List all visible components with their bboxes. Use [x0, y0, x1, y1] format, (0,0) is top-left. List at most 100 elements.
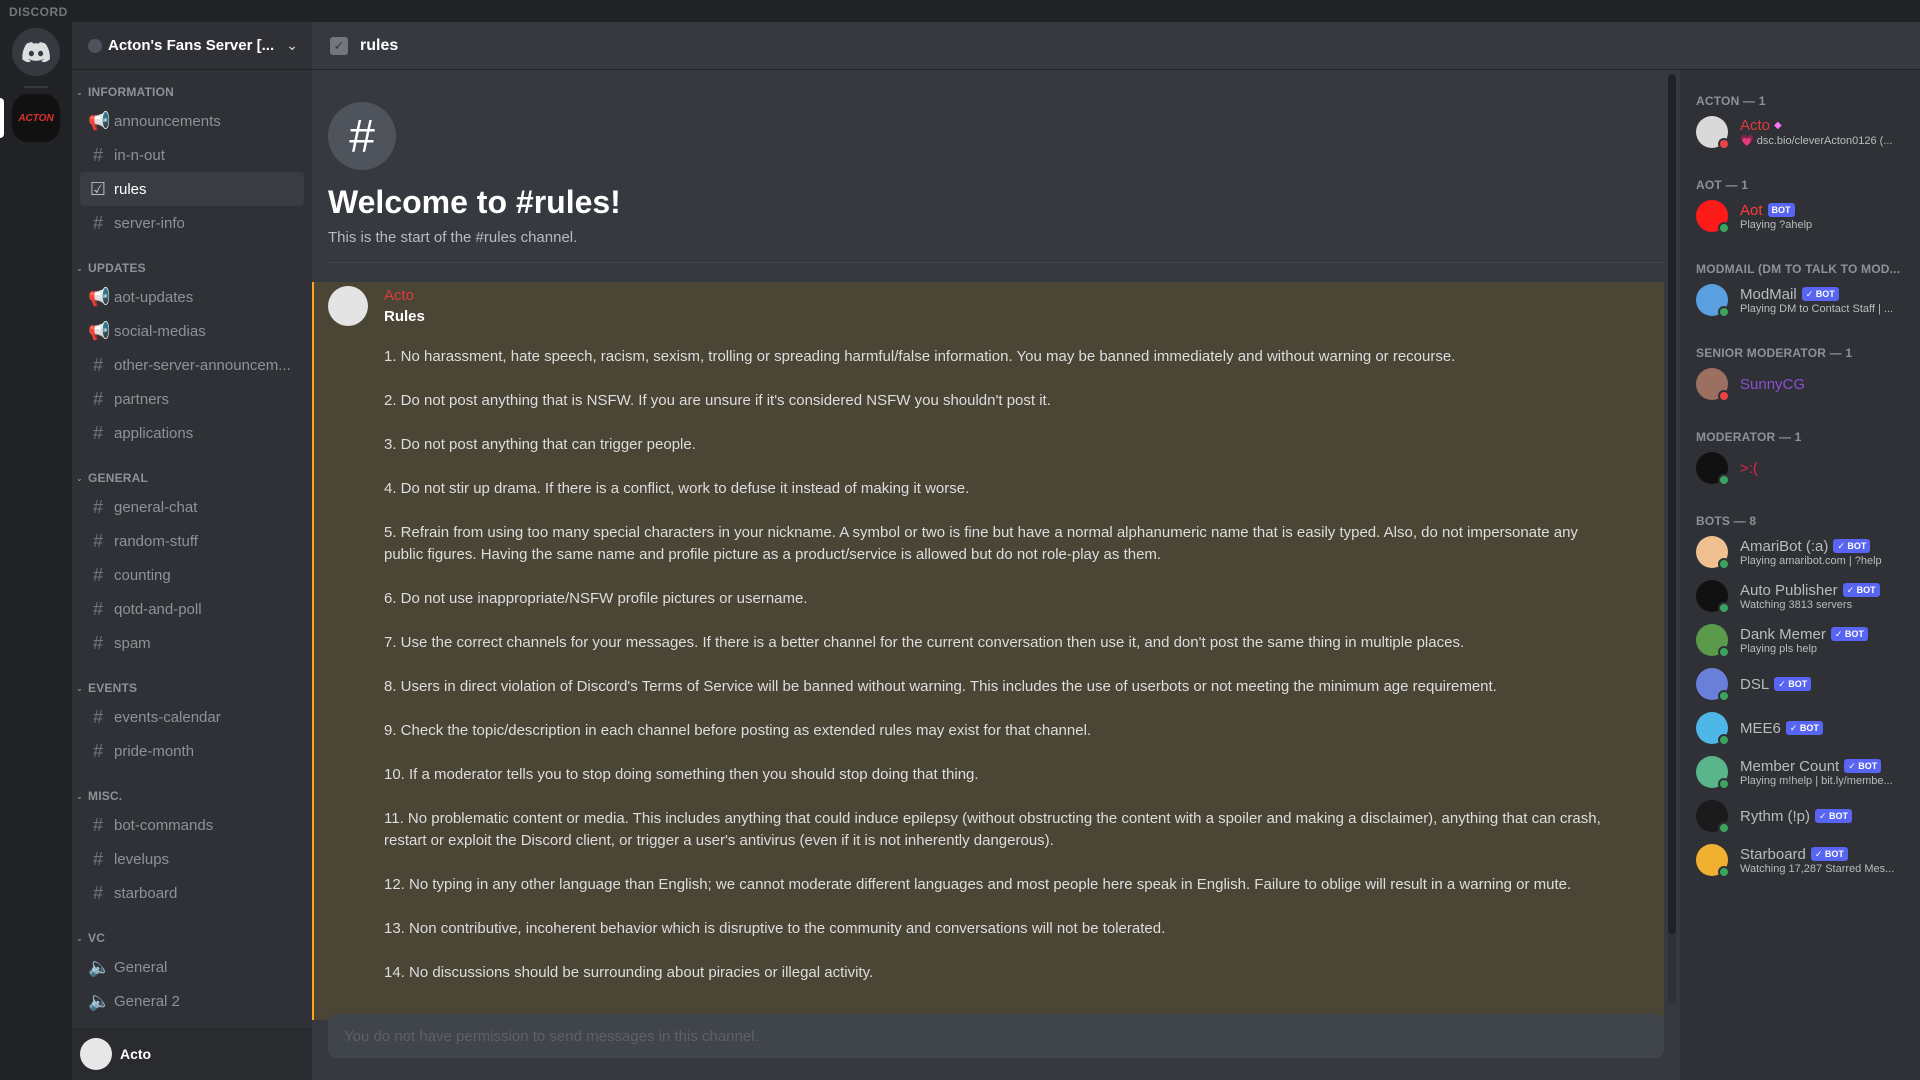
chevron-down-icon: ⌄ — [76, 263, 83, 273]
channel-label: rules — [114, 180, 147, 198]
user-name: Acto — [120, 1046, 152, 1062]
channel-random-stuff[interactable]: # random-stuff — [80, 524, 304, 558]
server-icon-label: ACTON — [18, 112, 54, 124]
rule-item: 14. No discussions should be surrounding… — [384, 964, 874, 981]
member-avatar — [1696, 844, 1730, 878]
rule-item: 9. Check the topic/description in each c… — [384, 722, 1092, 739]
server-icon-acton[interactable]: ACTON — [12, 94, 60, 142]
channel-label: aot-updates — [114, 288, 194, 306]
member-item[interactable]: Rythm (!p) ✓ BOT — [1696, 794, 1912, 838]
channel-announcements[interactable]: 📢 announcements — [80, 104, 304, 138]
status-indicator — [1718, 138, 1730, 150]
member-item[interactable]: MEE6 ✓ BOT — [1696, 706, 1912, 750]
channel-levelups[interactable]: # levelups — [80, 842, 304, 876]
chat-scrollbar[interactable] — [1668, 74, 1676, 1004]
member-text: >:( — [1740, 460, 1912, 477]
category-header[interactable]: ⌄ EVENTS — [72, 676, 312, 700]
channel-counting[interactable]: # counting — [80, 558, 304, 592]
hash-icon: # — [92, 598, 103, 619]
status-indicator — [1718, 474, 1730, 486]
member-item[interactable]: ModMail ✓ BOT Playing DM to Contact Staff … — [1696, 278, 1912, 322]
hash-icon: # — [92, 354, 103, 375]
member-item[interactable]: Dank Memer ✓ BOT Playing pls help — [1696, 618, 1912, 662]
hash-icon: # — [328, 102, 396, 170]
member-item[interactable]: Acto ◆ 💗 dsc.bio/cleverActon0126 (... — [1696, 110, 1912, 154]
chat-area: # Welcome to #rules! This is the start o… — [312, 70, 1680, 1080]
chat-scrollbar-thumb[interactable] — [1668, 74, 1676, 934]
category-header[interactable]: ⌄ UPDATES — [72, 256, 312, 280]
channel-bot-commands[interactable]: # bot-commands — [80, 808, 304, 842]
channel-general-2[interactable]: 🔈 General 2 — [80, 984, 304, 1018]
member-text: Member Count ✓ BOT Playing m!help | bit.ly… — [1740, 758, 1912, 787]
rules-list: 1. No harassment, hate speech, racism, s… — [384, 346, 1616, 984]
member-name-label: Aot — [1740, 201, 1763, 219]
member-text: SunnyCG — [1740, 376, 1912, 393]
member-name: MEE6 ✓ BOT — [1740, 720, 1912, 737]
channel-social-medias[interactable]: 📢 social-medias — [80, 314, 304, 348]
channel-general-chat[interactable]: # general-chat — [80, 490, 304, 524]
member-name: DSL ✓ BOT — [1740, 676, 1912, 693]
member-name: Auto Publisher ✓ BOT — [1740, 582, 1912, 599]
member-avatar — [1696, 536, 1730, 570]
channel-pride-month[interactable]: # pride-month — [80, 734, 304, 768]
member-name: Rythm (!p) ✓ BOT — [1740, 808, 1912, 825]
rule-item: 4. Do not stir up drama. If there is a c… — [384, 480, 970, 497]
category-label: EVENTS — [88, 681, 138, 695]
member-text: ModMail ✓ BOT Playing DM to Contact Staff … — [1740, 286, 1912, 315]
channel-general[interactable]: 🔈 General — [80, 950, 304, 984]
chevron-down-icon[interactable]: ⌄ — [286, 37, 298, 54]
rule-item: 13. Non contributive, incoherent behavio… — [384, 920, 1166, 937]
server-header[interactable]: Acton's Fans Server [... ⌄ — [72, 22, 312, 70]
member-avatar — [1696, 116, 1730, 150]
member-name: >:( — [1740, 460, 1912, 477]
category-header[interactable]: ⌄ MISC. — [72, 784, 312, 808]
category-label: INFORMATION — [88, 85, 174, 99]
category-header[interactable]: ⌄ VC — [72, 926, 312, 950]
boost-icon: ◆ — [1774, 120, 1782, 131]
member-item[interactable]: Auto Publisher ✓ BOT Watching 3813 servers — [1696, 574, 1912, 618]
channel-rules[interactable]: ☑ rules — [80, 172, 304, 206]
status-indicator — [1718, 690, 1730, 702]
channel-aot-updates[interactable]: 📢 aot-updates — [80, 280, 304, 314]
rule-item: 10. If a moderator tells you to stop doi… — [384, 766, 979, 783]
member-name-label: SunnyCG — [1740, 375, 1806, 393]
channel-events-calendar[interactable]: # events-calendar — [80, 700, 304, 734]
chevron-down-icon: ⌄ — [76, 791, 83, 801]
rule-item: 1. No harassment, hate speech, racism, s… — [384, 348, 1456, 365]
channel-in-n-out[interactable]: # in-n-out — [80, 138, 304, 172]
channel-spam[interactable]: # spam — [80, 626, 304, 660]
channel-other-server-announcem-[interactable]: # other-server-announcem... — [80, 348, 304, 382]
rule-item: 12. No typing in any other language than… — [384, 876, 1572, 893]
member-activity: Playing amaribot.com | ?help — [1740, 554, 1882, 567]
channel-label: server-info — [114, 214, 185, 232]
server-name: Acton's Fans Server [... — [108, 37, 275, 54]
welcome-subtitle: This is the start of the #rules channel. — [328, 229, 578, 246]
category-header[interactable]: ⌄ INFORMATION — [72, 80, 312, 104]
hash-icon: # — [92, 144, 103, 165]
channel-qotd-and-poll[interactable]: # qotd-and-poll — [80, 592, 304, 626]
discord-home-button[interactable] — [12, 28, 60, 76]
member-name: Member Count ✓ BOT — [1740, 758, 1912, 775]
message-author[interactable]: Acto — [384, 286, 1616, 306]
hash-icon: # — [92, 496, 103, 517]
message-avatar[interactable] — [328, 286, 368, 326]
member-item[interactable]: DSL ✓ BOT — [1696, 662, 1912, 706]
member-item[interactable]: AmariBot (:a) ✓ BOT Playing amaribot.com |… — [1696, 530, 1912, 574]
channel-title: rules — [360, 36, 399, 54]
member-item[interactable]: Aot BOT Playing ?ahelp — [1696, 194, 1912, 238]
channel-partners[interactable]: # partners — [80, 382, 304, 416]
rules-channel-icon: ✓ — [330, 36, 348, 55]
channel-starboard[interactable]: # starboard — [80, 876, 304, 910]
member-item[interactable]: Starboard ✓ BOT Watching 17,287 Starred Me… — [1696, 838, 1912, 882]
channel-label: announcements — [114, 112, 221, 130]
member-item[interactable]: >:( — [1696, 446, 1912, 490]
bot-badge: ✓ BOT — [1830, 627, 1868, 641]
category-header[interactable]: ⌄ GENERAL — [72, 466, 312, 490]
member-item[interactable]: Member Count ✓ BOT Playing m!help | bit.ly… — [1696, 750, 1912, 794]
member-item[interactable]: SunnyCG — [1696, 362, 1912, 406]
channel-server-info[interactable]: # server-info — [80, 206, 304, 240]
bot-badge: ✓ BOT — [1785, 721, 1823, 735]
user-avatar[interactable] — [80, 1038, 112, 1070]
channel-applications[interactable]: # applications — [80, 416, 304, 450]
role-header: MODERATOR — 1 — [1696, 430, 1802, 444]
